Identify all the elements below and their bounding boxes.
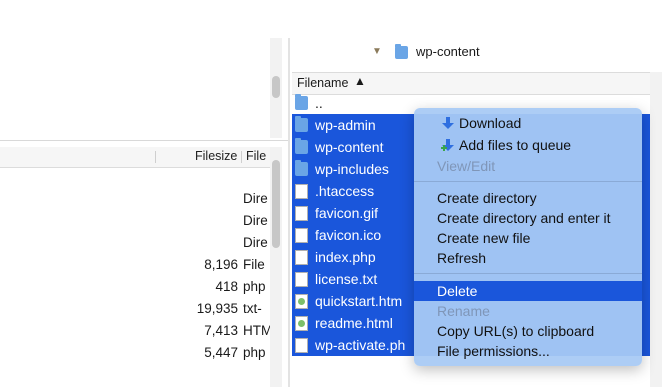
menu-item-label: Copy URL(s) to clipboard: [437, 323, 595, 339]
menu-item-label: Create new file: [437, 230, 531, 246]
add-to-queue-icon: [441, 139, 454, 151]
remote-path-folder[interactable]: wp-content: [416, 44, 480, 59]
menu-item-label: Rename: [437, 303, 490, 319]
file-size: 5,447: [204, 345, 238, 360]
remote-list-scrollbar[interactable]: [650, 72, 662, 387]
file-name: wp-admin: [315, 117, 376, 133]
file-type: File: [243, 257, 265, 272]
file-name: .htaccess: [315, 183, 375, 199]
menu-item-label: File permissions...: [437, 343, 550, 359]
context-menu: Download Add files to queue View/Edit Cr…: [414, 108, 642, 366]
sort-ascending-icon[interactable]: ▲: [354, 74, 366, 88]
folder-icon: [295, 138, 308, 154]
menu-item-add-to-queue[interactable]: Add files to queue: [414, 135, 642, 155]
menu-item-view-edit: View/Edit: [414, 156, 642, 176]
file-name: license.txt: [315, 271, 378, 287]
file-size: 19,935: [196, 301, 238, 316]
file-type: Dire: [243, 235, 268, 250]
local-file-row[interactable]: 418 php: [0, 276, 270, 298]
column-separator[interactable]: [241, 151, 242, 163]
file-name: quickstart.htm: [315, 293, 403, 309]
remote-path-bar: ▼ wp-content: [290, 40, 650, 66]
local-file-row[interactable]: 19,935 txt-: [0, 298, 270, 320]
menu-item-label: Create directory and enter it: [437, 210, 611, 226]
local-panel-splitter[interactable]: [0, 140, 288, 141]
menu-separator: [414, 273, 642, 274]
html-file-icon: [295, 316, 308, 331]
menu-item-copy-urls[interactable]: Copy URL(s) to clipboard: [414, 321, 642, 341]
column-separator[interactable]: [155, 151, 156, 163]
file-type: php: [243, 279, 266, 294]
file-name: wp-includes: [315, 161, 389, 177]
menu-item-rename: Rename: [414, 301, 642, 321]
menu-item-label: Refresh: [437, 250, 487, 266]
file-icon: [295, 184, 308, 199]
file-name: ..: [315, 95, 323, 111]
file-size: 7,413: [204, 323, 238, 338]
expand-arrow-icon[interactable]: ▼: [372, 46, 382, 57]
local-file-row[interactable]: 8,196 File: [0, 254, 270, 276]
file-name: readme.html: [315, 315, 393, 331]
file-size: 8,196: [204, 257, 238, 272]
file-icon: [295, 206, 308, 221]
local-tree-scroll-thumb[interactable]: [272, 76, 280, 98]
menu-item-create-directory-enter[interactable]: Create directory and enter it: [414, 208, 642, 228]
file-type: HTM: [243, 323, 270, 338]
local-list-header: Filesize File: [0, 147, 270, 168]
column-filetype[interactable]: File: [246, 149, 266, 163]
file-type: Dire: [243, 191, 268, 206]
menu-item-label: Create directory: [437, 190, 537, 206]
local-file-row[interactable]: Dire: [0, 188, 270, 210]
file-type: txt-: [243, 301, 262, 316]
folder-icon: [295, 160, 308, 176]
file-type: php: [243, 345, 266, 360]
menu-item-label: Delete: [437, 283, 478, 299]
local-file-row[interactable]: Dire: [0, 232, 270, 254]
html-file-icon: [295, 294, 308, 309]
menu-item-refresh[interactable]: Refresh: [414, 248, 642, 268]
column-filename[interactable]: Filename: [297, 76, 348, 90]
file-name: favicon.gif: [315, 205, 379, 221]
local-file-row[interactable]: 7,413 HTM: [0, 320, 270, 342]
file-icon: [295, 338, 308, 353]
folder-icon: [395, 44, 408, 59]
file-icon: [295, 250, 308, 265]
folder-icon: [295, 94, 308, 110]
menu-item-file-permissions[interactable]: File permissions...: [414, 341, 642, 361]
file-name: index.php: [315, 249, 376, 265]
menu-item-delete[interactable]: Delete: [414, 281, 642, 301]
file-name: favicon.ico: [315, 227, 382, 243]
local-list-scroll-thumb[interactable]: [272, 160, 280, 248]
folder-icon: [295, 116, 308, 132]
file-name: wp-activate.ph: [315, 337, 406, 353]
local-file-row[interactable]: Dire: [0, 210, 270, 232]
file-type: Dire: [243, 213, 268, 228]
menu-item-label: Download: [459, 115, 522, 131]
menu-item-label: Add files to queue: [459, 137, 572, 153]
download-arrow-icon: [442, 117, 454, 129]
file-icon: [295, 272, 308, 287]
menu-item-label: View/Edit: [437, 158, 496, 174]
file-name: wp-content: [315, 139, 384, 155]
menu-item-create-new-file[interactable]: Create new file: [414, 228, 642, 248]
local-file-row[interactable]: 5,447 php: [0, 342, 270, 364]
file-size: 418: [215, 279, 238, 294]
menu-item-create-directory[interactable]: Create directory: [414, 188, 642, 208]
menu-separator: [414, 181, 642, 182]
menu-item-download[interactable]: Download: [414, 113, 642, 133]
column-filesize[interactable]: Filesize: [195, 149, 237, 163]
file-icon: [295, 228, 308, 243]
